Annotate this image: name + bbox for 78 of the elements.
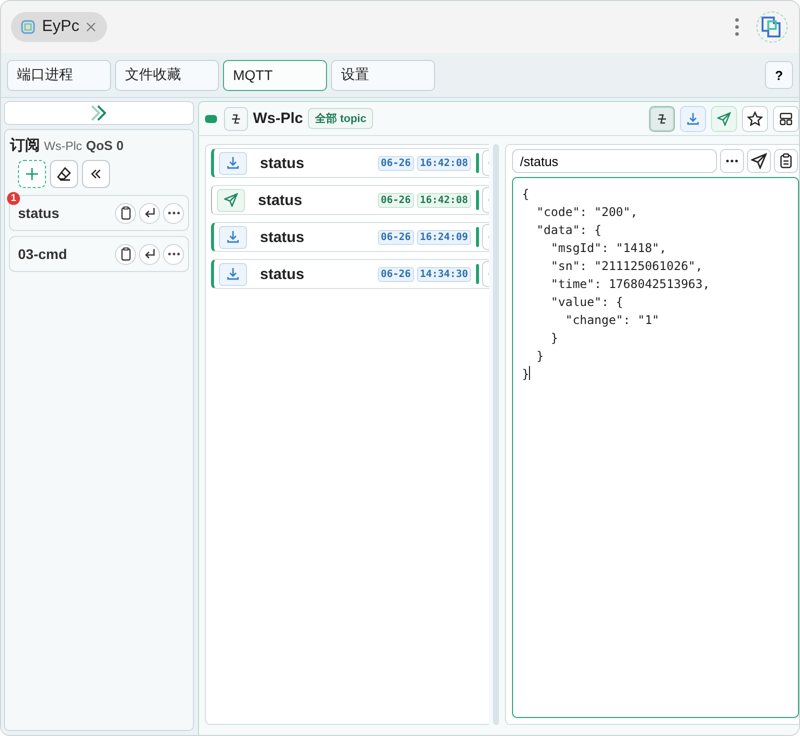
app-tab[interactable]: EyPc bbox=[11, 12, 108, 42]
qos-label: QoS 0 bbox=[86, 138, 124, 153]
more-icon bbox=[166, 252, 180, 256]
count-badge: 1 bbox=[7, 192, 20, 205]
nav-tab[interactable]: 端口进程 bbox=[7, 60, 111, 90]
close-icon[interactable] bbox=[85, 21, 98, 33]
download-icon bbox=[219, 262, 247, 286]
topic-name: status bbox=[260, 228, 304, 246]
topic-name: status bbox=[260, 154, 304, 172]
topic-name: status bbox=[18, 205, 60, 221]
route-icon bbox=[655, 112, 669, 126]
chevrons-left-icon bbox=[89, 167, 103, 181]
subscription-item[interactable]: 1 status bbox=[9, 195, 189, 231]
date-tag: 06-26 bbox=[378, 192, 414, 208]
clipboard-icon bbox=[118, 247, 132, 261]
message-row[interactable]: status 06-26 14:34:30 bbox=[211, 259, 489, 289]
return-icon bbox=[142, 247, 156, 261]
return-icon bbox=[142, 206, 156, 220]
send-icon bbox=[751, 153, 767, 169]
return-button[interactable] bbox=[139, 202, 160, 224]
message-row[interactable]: status 06-26 16:42:08 bbox=[211, 148, 489, 178]
topic-field[interactable]: /status bbox=[512, 149, 717, 173]
date-tag: 06-26 bbox=[378, 156, 414, 170]
time-tag: 16:42:08 bbox=[416, 192, 471, 208]
more-button[interactable] bbox=[163, 202, 184, 224]
more-button[interactable] bbox=[163, 244, 184, 264]
sent-filter-button[interactable] bbox=[711, 106, 737, 132]
more-icon bbox=[166, 211, 180, 215]
clipboard-icon bbox=[779, 153, 793, 169]
connection-button[interactable] bbox=[224, 106, 248, 130]
received-filter-button[interactable] bbox=[680, 106, 706, 132]
send-button[interactable] bbox=[747, 149, 771, 173]
logo-icon bbox=[755, 10, 789, 44]
download-icon bbox=[219, 152, 247, 174]
time-tag: 16:42:08 bbox=[416, 156, 471, 170]
topic-name: 03-cmd bbox=[18, 246, 68, 262]
date-tag: 06-26 bbox=[378, 230, 414, 244]
star-icon bbox=[747, 110, 763, 126]
panel-title: 订阅 bbox=[10, 136, 40, 155]
clipboard-icon bbox=[118, 206, 132, 220]
clipboard-button[interactable] bbox=[774, 149, 798, 173]
time-tag: 14:34:30 bbox=[416, 266, 471, 282]
download-icon bbox=[686, 112, 700, 126]
connection-name: Ws-Plc bbox=[44, 139, 82, 153]
topic-name: status bbox=[258, 192, 302, 208]
eraser-icon bbox=[56, 166, 72, 182]
message-row[interactable]: status 06-26 16:24:09 bbox=[211, 222, 489, 252]
nav-tab[interactable]: 文件收藏 bbox=[115, 60, 219, 90]
help-button[interactable]: ? bbox=[765, 61, 793, 89]
clipboard-button[interactable] bbox=[115, 244, 136, 264]
more-icon bbox=[725, 159, 739, 163]
logo-icon bbox=[20, 19, 36, 35]
download-icon bbox=[219, 226, 247, 248]
return-button[interactable] bbox=[139, 244, 160, 264]
time-tag: 16:24:09 bbox=[416, 230, 471, 244]
collapse-button[interactable] bbox=[82, 160, 110, 188]
nav-tab[interactable]: MQTT bbox=[223, 60, 327, 90]
connection-name: Ws-Plc bbox=[253, 110, 304, 127]
topic-name: status bbox=[260, 266, 304, 282]
layout-button[interactable] bbox=[773, 106, 799, 132]
payload-field[interactable]: { "code": "200", "data": { "msgId": "1418", "sn": "211125061026", "time": 1768042513963, "value": { "change": "1" } } } bbox=[512, 177, 799, 718]
send-icon bbox=[717, 112, 731, 126]
more-icon[interactable] bbox=[735, 17, 739, 37]
date-tag: 06-26 bbox=[378, 266, 414, 282]
route-icon bbox=[229, 112, 243, 126]
plus-icon bbox=[25, 167, 39, 181]
layout-icon bbox=[779, 112, 793, 126]
topic-filter[interactable]: 全部 topic bbox=[308, 108, 374, 129]
star-button[interactable] bbox=[742, 106, 768, 132]
subscription-item[interactable]: 03-cmd bbox=[9, 236, 189, 272]
scrollbar[interactable] bbox=[493, 144, 499, 725]
eraser-button[interactable] bbox=[50, 160, 78, 188]
nav-tab[interactable]: 设置 bbox=[331, 60, 435, 90]
more-button[interactable] bbox=[720, 149, 744, 173]
send-icon bbox=[217, 188, 245, 212]
clipboard-button[interactable] bbox=[115, 202, 136, 224]
mode-button[interactable] bbox=[649, 106, 675, 132]
message-row[interactable]: status 06-26 16:42:08 bbox=[211, 185, 489, 215]
